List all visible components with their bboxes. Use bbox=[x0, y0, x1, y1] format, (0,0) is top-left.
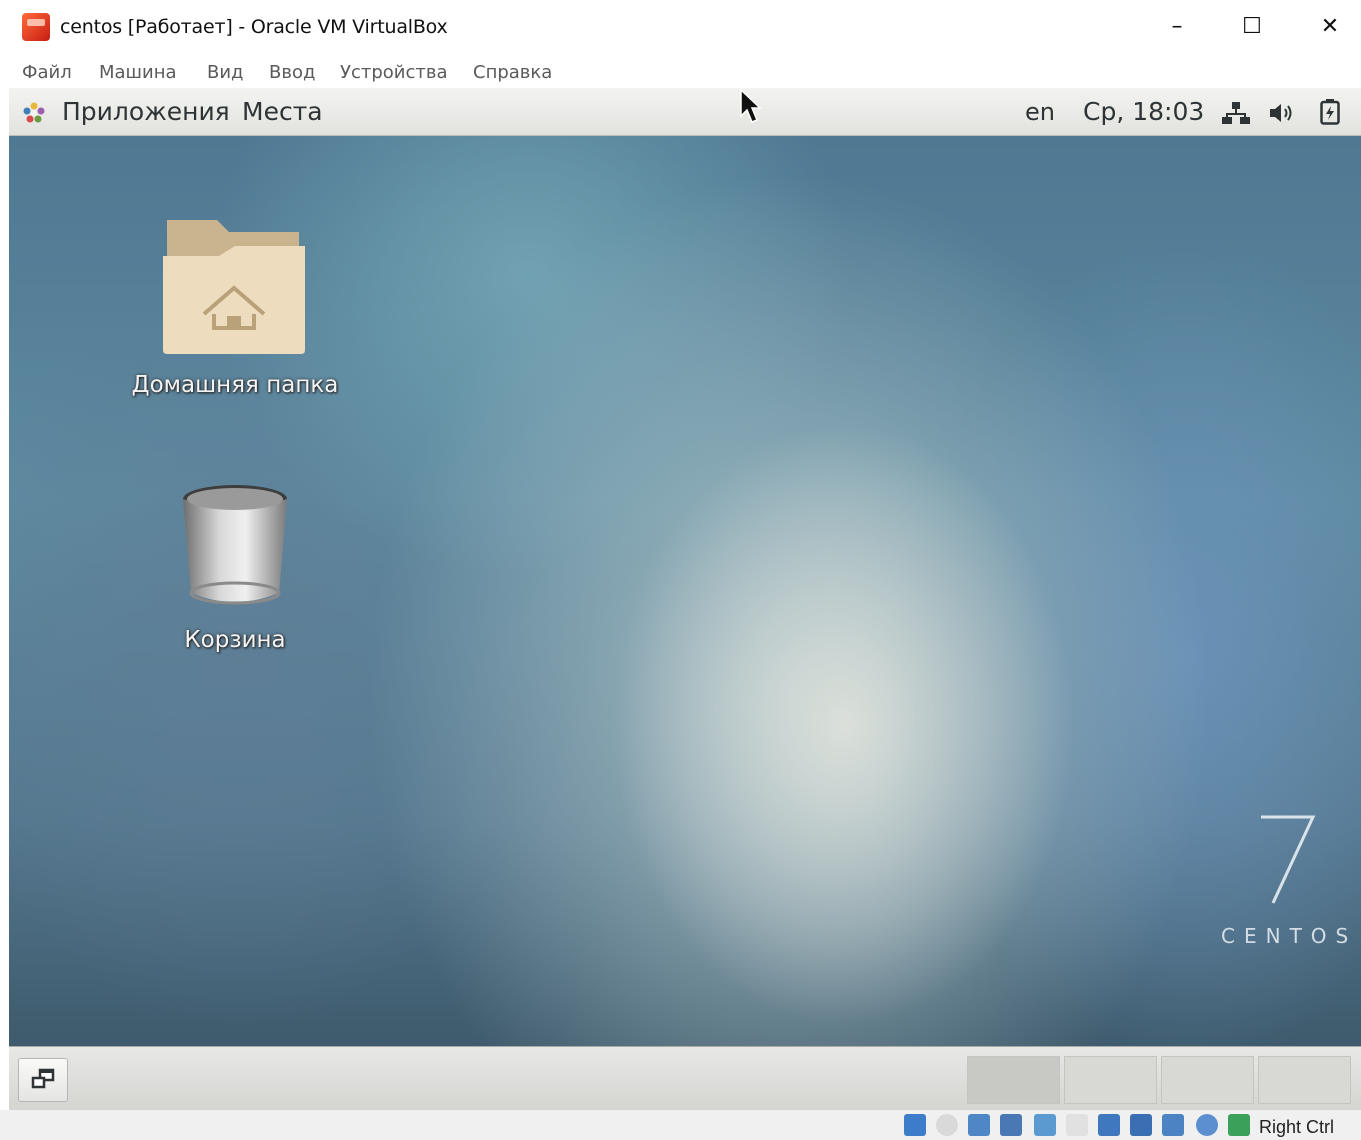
gnome-bottom-bar bbox=[9, 1046, 1361, 1110]
minimize-button[interactable]: – bbox=[1155, 10, 1199, 44]
optical-drive-icon[interactable] bbox=[936, 1114, 958, 1136]
vbox-status-bar bbox=[0, 1110, 1361, 1140]
host-key-label[interactable]: Right Ctrl bbox=[1259, 1117, 1334, 1138]
keyboard-layout-indicator[interactable]: en bbox=[1025, 98, 1055, 126]
vm-icon[interactable] bbox=[1162, 1114, 1184, 1136]
audio-icon[interactable] bbox=[968, 1114, 990, 1136]
home-folder-icon[interactable] bbox=[159, 216, 309, 358]
cpu-icon[interactable] bbox=[1196, 1114, 1218, 1136]
maximize-button[interactable]: ☐ bbox=[1230, 10, 1274, 44]
menu-file[interactable]: Файл bbox=[22, 62, 72, 83]
network-icon[interactable] bbox=[1221, 101, 1251, 125]
display-icon[interactable] bbox=[1098, 1114, 1120, 1136]
battery-icon[interactable] bbox=[1320, 99, 1340, 125]
network-adapter-icon[interactable] bbox=[1000, 1114, 1022, 1136]
menu-bar bbox=[0, 56, 1361, 88]
volume-icon[interactable] bbox=[1268, 101, 1298, 125]
menu-devices[interactable]: Устройства bbox=[340, 62, 448, 83]
workspace-2[interactable] bbox=[1064, 1056, 1157, 1104]
centos-seven-logo bbox=[1261, 815, 1316, 904]
centos-wordmark: CENTOS bbox=[1221, 924, 1358, 948]
applications-menu-icon bbox=[23, 102, 45, 123]
clock[interactable]: Ср, 18:03 bbox=[1083, 97, 1204, 126]
home-folder-label[interactable]: Домашняя папка bbox=[105, 372, 365, 398]
shared-folders-icon[interactable] bbox=[1066, 1114, 1088, 1136]
window-title: centos [Работает] - Oracle VM VirtualBox bbox=[60, 16, 448, 38]
trash-label[interactable]: Корзина bbox=[105, 627, 365, 653]
vm-display[interactable]: Приложения Места en Ср, 18:03 Домашняя п… bbox=[9, 88, 1361, 1110]
mouse-cursor-icon bbox=[740, 88, 762, 123]
workspace-3[interactable] bbox=[1161, 1056, 1254, 1104]
mouse-integration-icon[interactable] bbox=[1228, 1114, 1250, 1136]
menu-view[interactable]: Вид bbox=[207, 62, 244, 83]
places-menu[interactable]: Места bbox=[242, 97, 323, 126]
video-capture-icon[interactable] bbox=[1130, 1114, 1152, 1136]
usb-icon[interactable] bbox=[1034, 1114, 1056, 1136]
hard-disk-icon[interactable] bbox=[904, 1114, 926, 1136]
menu-input[interactable]: Ввод bbox=[269, 62, 315, 83]
trash-icon[interactable] bbox=[179, 481, 291, 611]
virtualbox-app-icon bbox=[22, 13, 50, 41]
window-list-icon bbox=[31, 1068, 55, 1089]
workspace-1[interactable] bbox=[967, 1056, 1060, 1104]
menu-machine[interactable]: Машина bbox=[99, 62, 177, 83]
window-list-button[interactable] bbox=[18, 1058, 68, 1102]
close-button[interactable]: ✕ bbox=[1308, 10, 1352, 44]
menu-help[interactable]: Справка bbox=[473, 62, 552, 83]
applications-menu[interactable]: Приложения bbox=[62, 97, 230, 126]
workspace-4[interactable] bbox=[1258, 1056, 1351, 1104]
